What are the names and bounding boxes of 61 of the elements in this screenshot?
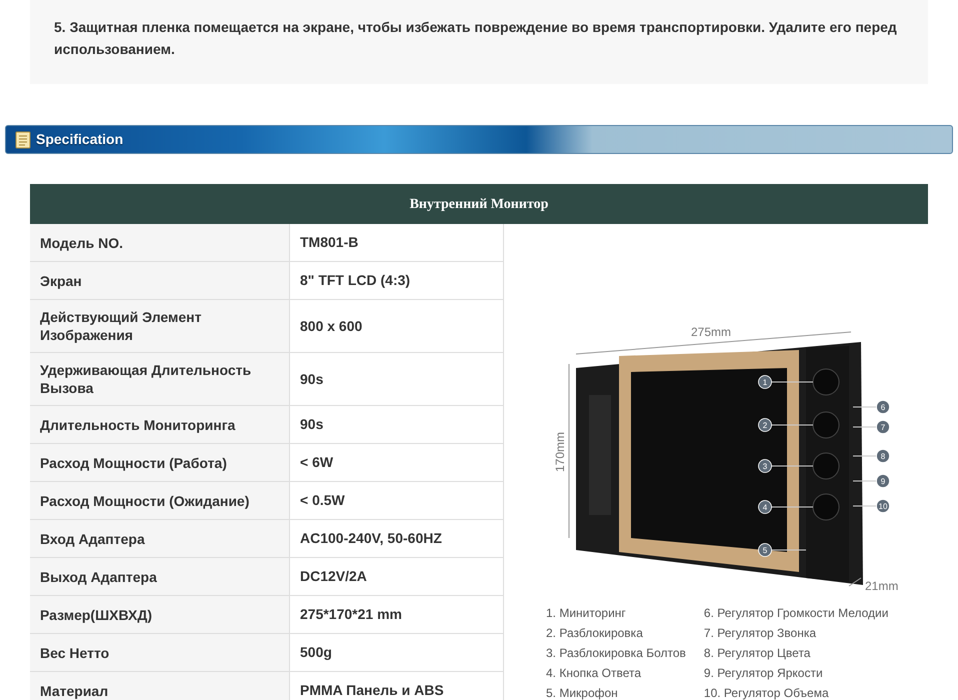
leader-line [770, 424, 814, 426]
leader-line [852, 480, 876, 482]
legend-item: 10. Регулятор Объема [704, 685, 830, 700]
callout-marker: 8 [876, 449, 890, 463]
notepad-icon [14, 130, 32, 148]
spec-label: Вход Адаптера [30, 520, 290, 557]
legend-item: 1. Миниторинг [546, 605, 627, 622]
legend-item: 5. Микрофон [546, 685, 619, 700]
spec-value: 8" TFT LCD (4:3) [299, 271, 412, 290]
width-label: 275mm [691, 325, 731, 339]
round-button-drawing [812, 412, 840, 438]
spec-value: TM801-B [299, 233, 360, 252]
callout-marker: 1 [758, 375, 772, 389]
leader-line [852, 406, 876, 408]
spec-value: 800 x 600 [299, 316, 364, 336]
leader-line [852, 426, 876, 428]
dimension-line [848, 578, 862, 586]
spec-value: AC100-240V, 50-60HZ [299, 529, 443, 548]
spec-value: < 0.5W [299, 491, 346, 510]
round-button-drawing [812, 452, 840, 480]
spec-value: 90s [299, 415, 324, 434]
spec-label: Выход Адаптера [30, 558, 290, 595]
callout-marker: 2 [758, 418, 772, 432]
leader-line [770, 506, 814, 508]
table-title: Внутренний Монитор [30, 184, 928, 224]
spec-label: Расход Мощности (Ожидание) [30, 482, 290, 519]
spec-value: 500g [299, 643, 333, 662]
spec-value: 90s [299, 370, 324, 388]
legend-item: 8. Регулятор Цвета [704, 645, 812, 662]
depth-label: 21mm [865, 579, 898, 593]
notice-text: 5. Защитная пленка помещается на экране, чтобы избежать повреждение во время транспортировки. Удалите его перед использованием. [54, 18, 898, 59]
spec-label: Расход Мощности (Работа) [30, 444, 290, 481]
spec-value: PMMA Панель и ABS [299, 681, 445, 700]
callout-marker: 10 [876, 499, 890, 513]
legend-item: 2. Разблокировка [546, 625, 644, 642]
legend-item: 7. Регулятор Звонка [704, 625, 818, 642]
callout-marker: 5 [758, 543, 772, 557]
legend-item: 3. Разблокировка Болтов [546, 645, 686, 662]
callout-marker: 6 [876, 400, 890, 414]
legend-item: 9. Регулятор Яркости [704, 665, 824, 682]
spec-value: 275*170*21 mm [299, 605, 403, 624]
callout-marker: 3 [758, 459, 772, 473]
height-label: 170mm [553, 432, 567, 472]
spec-label: Экран [30, 262, 290, 299]
spec-value: < 6W [299, 453, 334, 472]
spec-label: Вес Нетто [30, 634, 290, 671]
round-button-drawing [812, 494, 840, 520]
section-title: Specification [36, 130, 124, 149]
spec-label: Размер(ШХВХД) [30, 596, 290, 633]
spec-label: Действующий Элемент Изображения [30, 300, 290, 352]
spec-value: DC12V/2A [299, 567, 368, 586]
spec-label: Модель NO. [30, 224, 290, 261]
spec-label: Длительность Мониторинга [30, 406, 290, 443]
callout-marker: 9 [876, 474, 890, 488]
legend-item: 4. Кнопка Ответа [546, 665, 642, 682]
callout-marker: 4 [758, 500, 772, 514]
round-button-drawing [812, 368, 840, 396]
spec-label: Материал [30, 672, 290, 700]
legend-item: 6. Регулятор Громкости Мелодии [704, 605, 888, 622]
callout-marker: 7 [876, 420, 890, 434]
spec-label: Удерживающая Длительность Вызова [30, 353, 290, 405]
